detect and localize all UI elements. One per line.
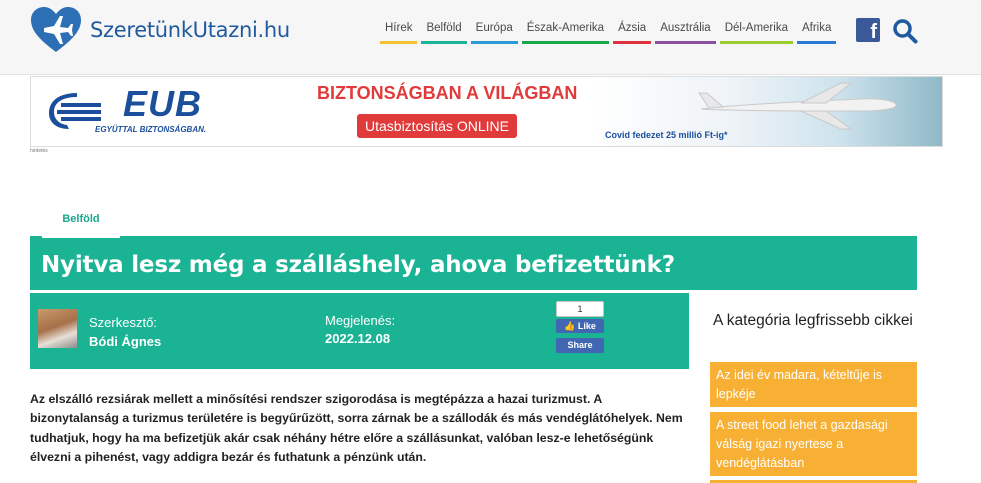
ad-label: hirdetés [30, 148, 48, 154]
share-button[interactable]: Share [556, 338, 604, 353]
article-title-bar: Nyitva lesz még a szálláshely, ahova bef… [30, 236, 917, 290]
site-name: SzeretünkUtazni.hu [90, 18, 290, 42]
facebook-icon[interactable]: f [856, 18, 880, 42]
main-nav: Hírek Belföld Európa Észak-Amerika Ázsia… [380, 22, 840, 44]
facebook-like-widget: 1 👍 Like Share [556, 301, 604, 353]
nav-item-afrika[interactable]: Afrika [796, 22, 837, 44]
ad-cta-button[interactable]: Utasbiztosítás ONLINE [357, 114, 517, 138]
search-icon[interactable] [892, 18, 918, 44]
sidebar-item[interactable]: A street food lehet a gazdasági válság i… [710, 412, 917, 476]
nav-item-europa[interactable]: Európa [470, 22, 518, 44]
editor-label: Szerkesztő: [89, 315, 157, 330]
heart-plane-logo-icon [31, 7, 81, 52]
published-date: 2022.12.08 [325, 331, 391, 346]
nav-item-eszak-amerika[interactable]: Észak-Amerika [521, 22, 610, 44]
page-title: Nyitva lesz még a szálláshely, ahova bef… [41, 252, 675, 278]
sidebar-title: A kategória legfrissebb cikkei [713, 312, 913, 329]
nav-item-del-amerika[interactable]: Dél-Amerika [719, 22, 793, 44]
ad-covid-note: Covid fedezet 25 millió Ft-ig* [605, 130, 728, 140]
category-tab[interactable]: Belföld [42, 206, 120, 238]
nav-item-azsia[interactable]: Ázsia [613, 22, 652, 44]
thumbs-up-icon: 👍 [564, 321, 576, 331]
ad-tagline: EGYÜTTAL BIZTONSÁGBAN. [95, 125, 207, 134]
article-body: Az elszálló rezsiárak mellett a minősíté… [30, 392, 683, 464]
like-label: Like [577, 321, 596, 331]
nav-item-ausztralia[interactable]: Ausztrália [655, 22, 716, 44]
site-logo[interactable]: SzeretünkUtazni.hu [30, 6, 290, 54]
ad-brand: EUB [123, 83, 203, 124]
ad-banner[interactable]: EUB EGYÜTTAL BIZTONSÁGBAN. BIZTONSÁGBAN … [30, 76, 943, 147]
editor-name[interactable]: Bódi Ágnes [89, 334, 161, 349]
like-count: 1 [556, 301, 604, 317]
nav-item-hirek[interactable]: Hírek [380, 22, 418, 44]
like-button[interactable]: 👍 Like [556, 319, 604, 333]
published-label: Megjelenés: [325, 313, 396, 328]
article-meta: Szerkesztő: Bódi Ágnes Megjelenés: 2022.… [30, 293, 689, 369]
ad-headline: BIZTONSÁGBAN A VILÁGBAN [317, 83, 578, 103]
nav-item-belfold[interactable]: Belföld [421, 22, 467, 44]
avatar [38, 309, 77, 348]
airplane-icon [698, 82, 897, 130]
site-header: SzeretünkUtazni.hu Hírek Belföld Európa … [0, 0, 981, 75]
sidebar-item[interactable]: Az idei év madara, kételtűje is lepkéje [710, 362, 917, 407]
